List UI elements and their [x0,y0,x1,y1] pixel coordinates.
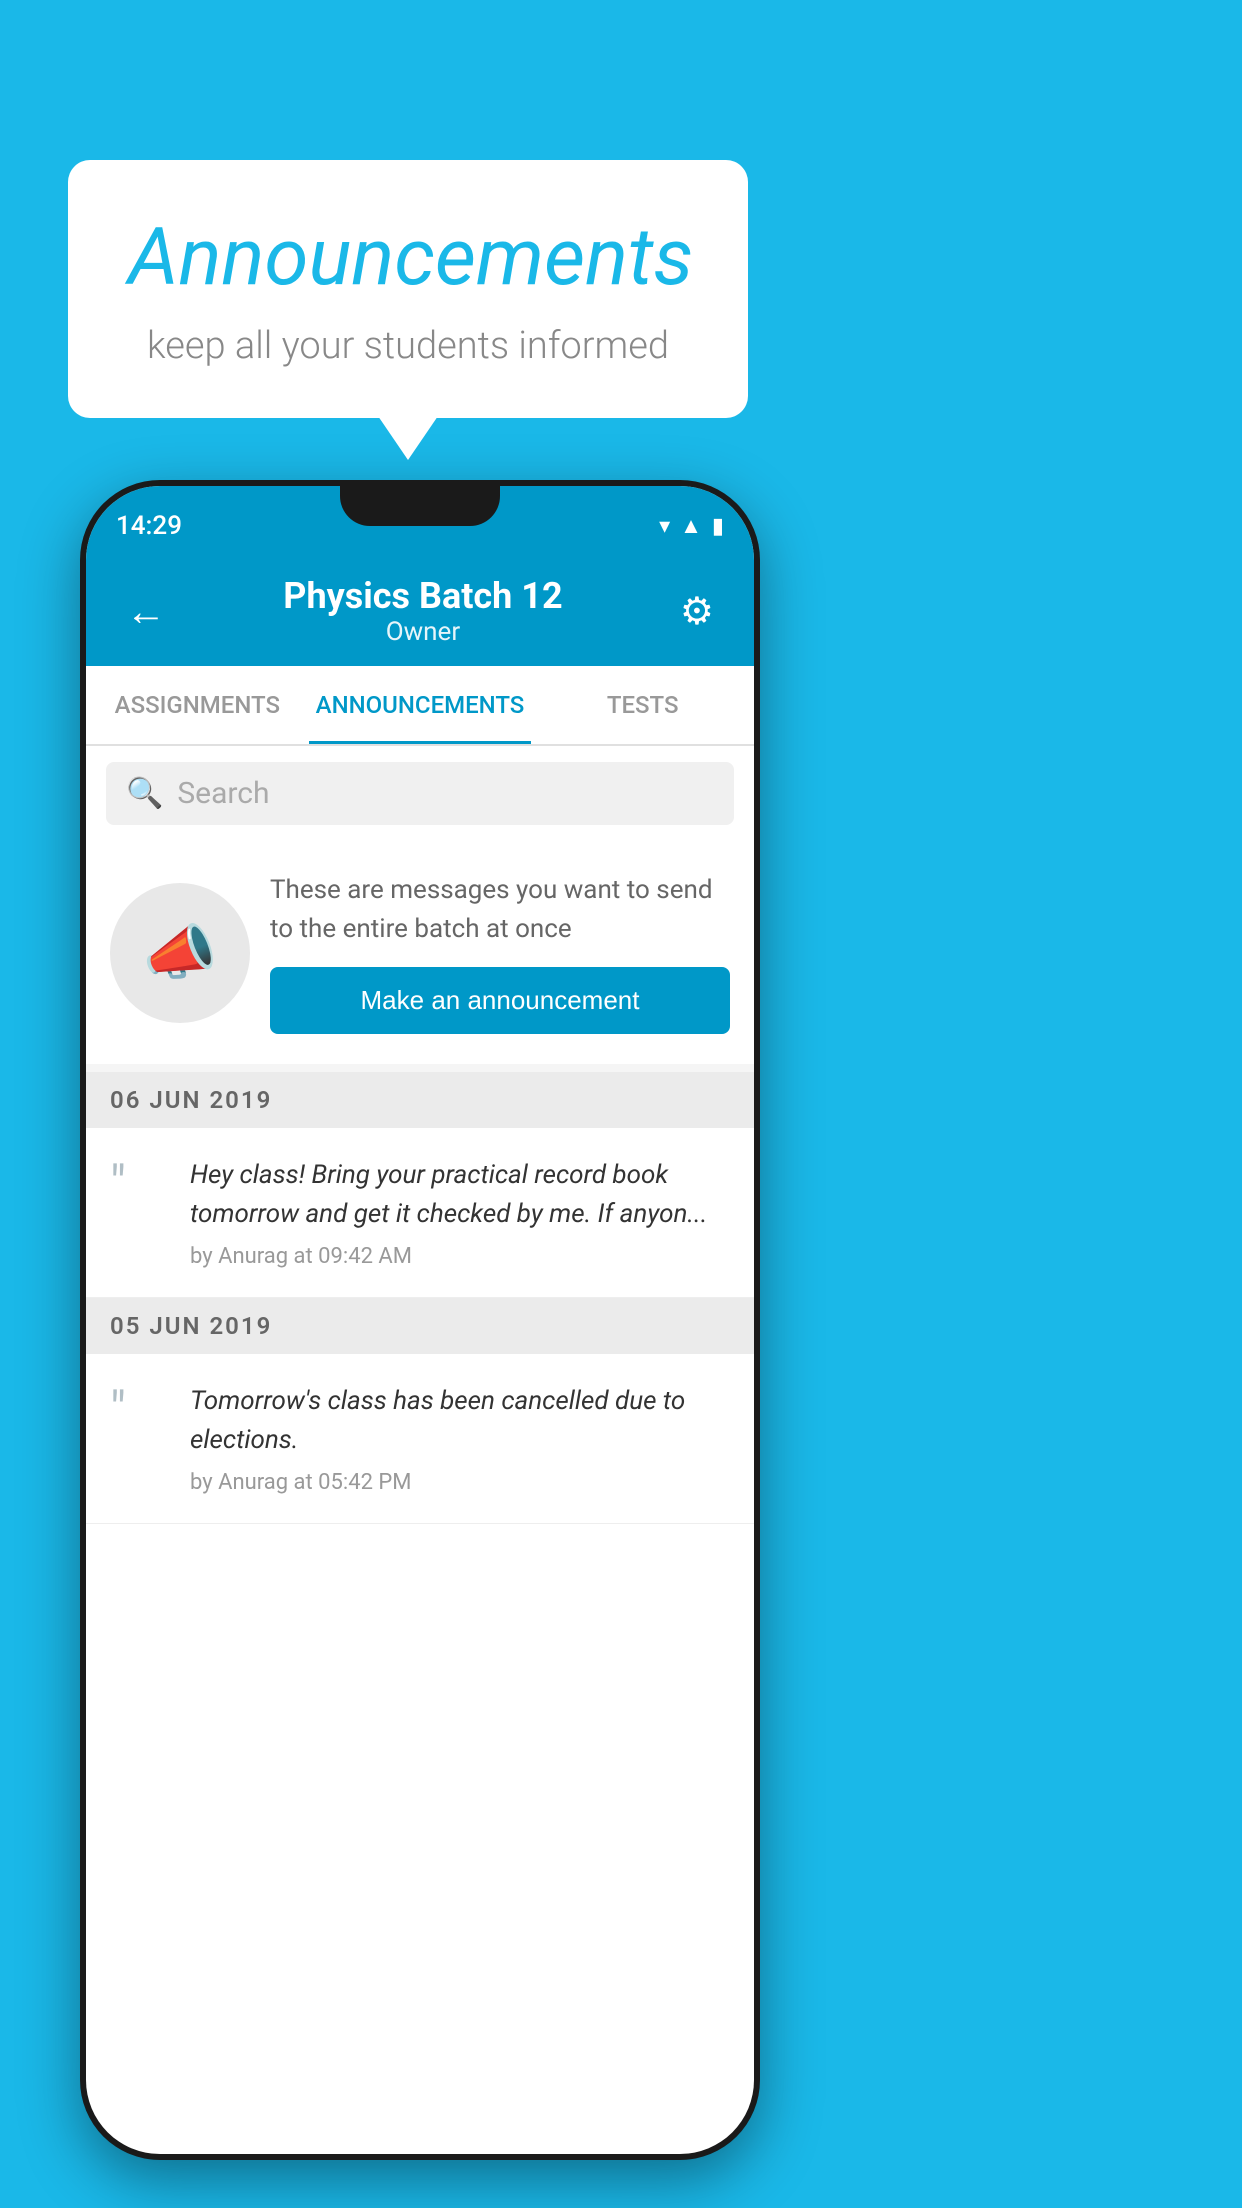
announcement-content-2: Tomorrow's class has been cancelled due … [190,1382,730,1495]
phone-inner: 14:29 ▾ ▲ ▮ ← Physics Batch 12 Owner ⚙ A… [86,486,754,2154]
app-bar-center: Physics Batch 12 Owner [283,575,562,647]
phone-frame: 14:29 ▾ ▲ ▮ ← Physics Batch 12 Owner ⚙ A… [80,480,760,2160]
promo-icon-circle: 📣 [110,883,250,1023]
date-separator-2: 05 JUN 2019 [86,1298,754,1354]
tab-announcements[interactable]: ANNOUNCEMENTS [309,666,532,744]
search-bar: 🔍 Search [86,746,754,841]
make-announcement-button[interactable]: Make an announcement [270,967,730,1034]
app-bar-subtitle: Owner [283,617,562,647]
quote-icon-2: " [110,1382,170,1436]
speech-bubble-container: Announcements keep all your students inf… [68,160,748,418]
tab-bar: ASSIGNMENTS ANNOUNCEMENTS TESTS [86,666,754,746]
search-input-wrapper[interactable]: 🔍 Search [106,762,734,825]
promo-content: These are messages you want to send to t… [270,871,730,1034]
app-bar-title: Physics Batch 12 [283,575,562,617]
speech-bubble-subtitle: keep all your students informed [128,324,688,368]
announcement-message-2: Tomorrow's class has been cancelled due … [190,1382,730,1460]
quote-icon-1: " [110,1156,170,1210]
date-separator-1: 06 JUN 2019 [86,1072,754,1128]
content-area: 🔍 Search 📣 These are messages you want t… [86,746,754,1524]
megaphone-icon: 📣 [143,917,218,988]
search-placeholder: Search [177,776,269,811]
app-bar: ← Physics Batch 12 Owner ⚙ [86,556,754,666]
search-icon: 🔍 [126,776,163,811]
status-time: 14:29 [116,511,182,541]
announcement-promo: 📣 These are messages you want to send to… [86,841,754,1064]
battery-icon: ▮ [712,514,724,539]
phone-notch [340,486,500,526]
signal-icon: ▲ [680,513,702,539]
tab-assignments[interactable]: ASSIGNMENTS [86,666,309,744]
announcement-item-1: " Hey class! Bring your practical record… [86,1128,754,1298]
settings-button[interactable]: ⚙ [670,579,724,644]
announcement-meta-2: by Anurag at 05:42 PM [190,1470,730,1495]
back-button[interactable]: ← [116,578,176,645]
announcement-meta-1: by Anurag at 09:42 AM [190,1244,730,1269]
speech-bubble: Announcements keep all your students inf… [68,160,748,418]
announcement-content-1: Hey class! Bring your practical record b… [190,1156,730,1269]
wifi-icon: ▾ [659,514,670,539]
announcement-item-2: " Tomorrow's class has been cancelled du… [86,1354,754,1524]
announcement-message-1: Hey class! Bring your practical record b… [190,1156,730,1234]
promo-description: These are messages you want to send to t… [270,871,730,949]
speech-bubble-title: Announcements [128,210,688,304]
tab-tests[interactable]: TESTS [531,666,754,744]
status-icons: ▾ ▲ ▮ [659,513,724,539]
